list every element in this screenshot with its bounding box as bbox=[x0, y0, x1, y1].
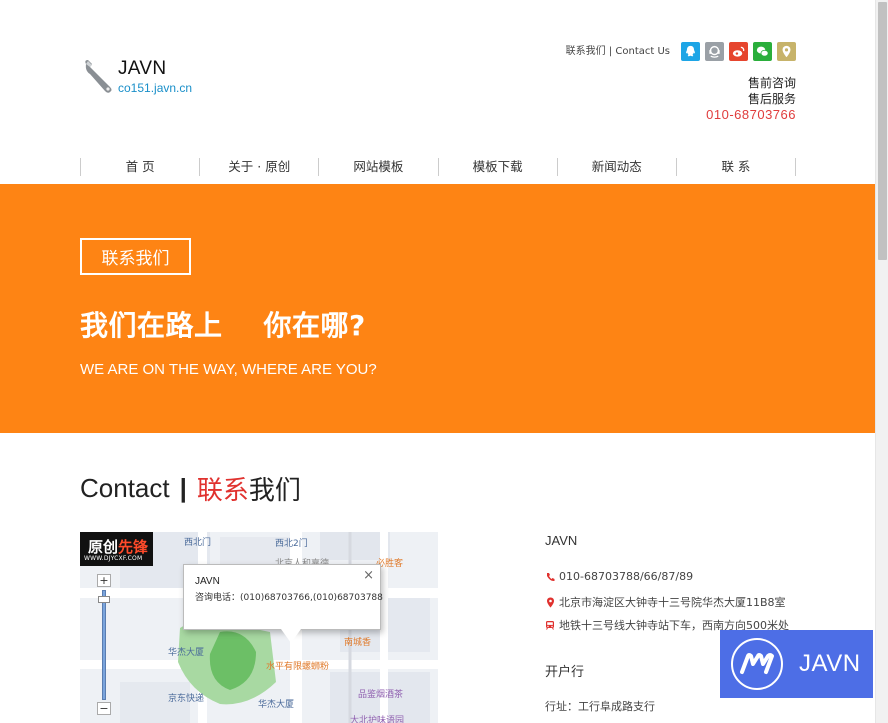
map-label-dabei: 大北护味语园 bbox=[350, 716, 405, 723]
company-name: JAVN bbox=[545, 533, 578, 548]
info-phone: 010-68703788/66/87/89 bbox=[559, 570, 694, 583]
zoom-track[interactable] bbox=[102, 590, 106, 700]
subway-icon bbox=[545, 620, 555, 631]
contact-info: JAVN 010-68703788/66/87/89 北京市海淀区大钟寺十三号院… bbox=[545, 533, 875, 713]
section-title-en: Contact bbox=[80, 473, 170, 503]
section-title-black: 我们 bbox=[248, 476, 301, 506]
contact-us-link[interactable]: 联系我们 | Contact Us bbox=[566, 43, 670, 61]
presale-label: 售前咨询 bbox=[747, 76, 796, 90]
logo-domain: co151.javn.cn bbox=[118, 81, 193, 95]
section-title-separator: | bbox=[179, 473, 187, 503]
map-zoom-control: + − bbox=[97, 574, 111, 722]
site-header: JAVN co151.javn.cn 联系我们 | Contact Us 售前咨… bbox=[0, 0, 875, 184]
info-address-row: 北京市海淀区大钟寺十三号院华杰大厦11B8室 bbox=[545, 594, 786, 610]
site-logo[interactable]: JAVN co151.javn.cn bbox=[82, 58, 192, 95]
badge-title-white: 原创 bbox=[88, 538, 119, 556]
banner-subtitle: WE ARE ON THE WAY, WHERE ARE YOU? bbox=[80, 361, 377, 378]
wechat-icon[interactable] bbox=[753, 42, 772, 61]
map-label-pinjian: 品鉴烟酒茶 bbox=[358, 690, 404, 700]
main-nav: 首 页 关于 · 原创 网站模板 模板下载 新闻动态 联 系 bbox=[80, 158, 797, 176]
nav-contact[interactable]: 联 系 bbox=[677, 158, 797, 176]
support-icon[interactable] bbox=[705, 42, 724, 61]
location-icon[interactable] bbox=[777, 42, 796, 61]
page-scrollbar[interactable] bbox=[875, 0, 888, 723]
service-phone: 010-68703766 bbox=[706, 107, 796, 122]
top-right-links: 联系我们 | Contact Us bbox=[566, 42, 796, 61]
phone-icon bbox=[545, 571, 555, 582]
map-label-luosifen: 水平有限螺蛳粉 bbox=[266, 662, 330, 672]
contact-us-button[interactable]: 联系我们 bbox=[80, 238, 191, 275]
map-label-xibeimen: 西北门 bbox=[184, 538, 212, 548]
logo-name: JAVN bbox=[118, 58, 167, 79]
banner-title: 我们在路上 你在哪? bbox=[80, 309, 366, 342]
map-label-jingdong: 京东快递 bbox=[168, 694, 205, 704]
floating-brand-badge[interactable]: JAVN bbox=[720, 630, 873, 698]
service-info: 售前咨询 售后服务 010-68703766 bbox=[706, 75, 796, 123]
qq-icon[interactable] bbox=[681, 42, 700, 61]
info-address: 北京市海淀区大钟寺十三号院华杰大厦11B8室 bbox=[559, 596, 786, 609]
badge-url: WWW.DJYCXF.COM bbox=[84, 555, 143, 562]
map-label-xibei2men: 西北2门 bbox=[275, 539, 308, 549]
info-phone-row: 010-68703788/66/87/89 bbox=[545, 570, 693, 583]
brand-logo-icon bbox=[731, 638, 783, 690]
zoom-out-button[interactable]: − bbox=[97, 702, 111, 715]
popup-title: JAVN bbox=[195, 576, 220, 587]
wrench-icon bbox=[85, 60, 112, 93]
weibo-icon[interactable] bbox=[729, 42, 748, 61]
floating-badge-text: JAVN bbox=[799, 650, 861, 677]
nav-templates[interactable]: 网站模板 bbox=[319, 158, 439, 176]
bank-address: 行址：工行阜成路支行 bbox=[545, 700, 655, 713]
zoom-in-button[interactable]: + bbox=[97, 574, 111, 587]
bank-heading: 开户行 bbox=[545, 665, 585, 680]
popup-close-button[interactable]: × bbox=[363, 568, 374, 583]
nav-downloads[interactable]: 模板下载 bbox=[439, 158, 558, 176]
section-title-red: 联系 bbox=[196, 476, 249, 506]
scrollbar-thumb[interactable] bbox=[878, 2, 887, 260]
popup-text: 咨询电话：(010)68703766,(010)68703788 bbox=[195, 593, 383, 603]
aftersale-label: 售后服务 bbox=[747, 92, 796, 106]
map-label-huajie2: 华杰大厦 bbox=[258, 700, 295, 710]
map-info-popup: JAVN 咨询电话：(010)68703766,(010)68703788 × bbox=[183, 564, 383, 643]
map-watermark-badge: 原创先锋 WWW.DJYCXF.COM bbox=[80, 532, 153, 566]
badge-title: 原创先锋 bbox=[88, 536, 148, 557]
map-label-huajie: 华杰大厦 bbox=[168, 648, 205, 658]
nav-about[interactable]: 关于 · 原创 bbox=[200, 158, 320, 176]
nav-home[interactable]: 首 页 bbox=[81, 158, 201, 176]
zoom-slider-handle[interactable] bbox=[98, 596, 110, 603]
hero-banner: 联系我们 我们在路上 你在哪? WE ARE ON THE WAY, WHERE… bbox=[0, 184, 875, 433]
map-label-nanchengxiang: 南城香 bbox=[344, 638, 372, 648]
badge-title-red: 先锋 bbox=[118, 538, 149, 556]
section-title: Contact | 联系 我们 bbox=[80, 470, 301, 507]
map-pin-icon bbox=[545, 597, 555, 608]
nav-news[interactable]: 新闻动态 bbox=[558, 158, 677, 176]
location-map[interactable]: 西北门 西北2门 北京人和嘉德 必胜客 南城香 华杰大厦 水平有限螺蛳粉 京东快… bbox=[80, 532, 438, 723]
